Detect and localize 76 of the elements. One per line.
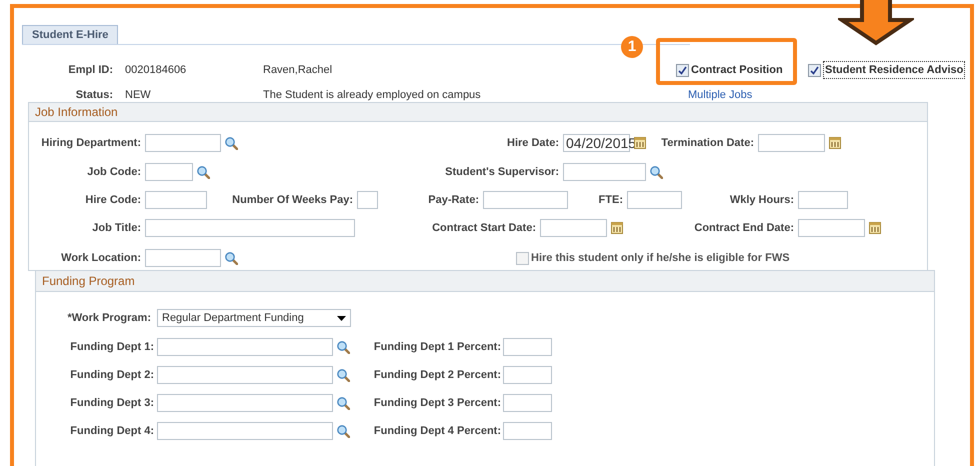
field-label: Number Of Weeks Pay: [231,192,353,208]
employee-name: Raven,Rachel [263,64,332,76]
down-arrow-icon [838,0,914,46]
field-label: FTE: [598,192,623,208]
input-field[interactable] [157,422,333,440]
section-title: Job Information [35,104,118,121]
checkbox[interactable] [808,64,821,76]
field-label: Contract End Date: [693,220,794,236]
field-label: Funding Dept 4 Percent: [372,424,501,439]
field-label: Job Code: [86,164,141,180]
search-icon[interactable] [337,340,350,354]
callout-number: 1 [621,36,643,58]
checkbox[interactable] [516,252,529,264]
field-label: Funding Dept 4: [69,424,154,439]
field-label: Work Location: [60,250,141,266]
field-label: Hire Code: [84,192,141,208]
checkbox-label: Contract Position [691,62,783,78]
field-label: Hiring Department: [40,136,141,151]
field-label: Hire Date: [506,136,559,151]
input-field[interactable] [627,191,682,209]
field-label: Funding Dept 2 Percent: [372,368,501,383]
checkbox-label: Student Residence Adviso [823,60,966,80]
input-field[interactable] [145,134,221,152]
input-field[interactable] [503,422,552,440]
input-field[interactable] [503,394,552,412]
caret-icon [337,316,346,320]
input-field[interactable] [563,163,646,181]
input-field[interactable] [798,191,848,209]
search-icon[interactable] [337,424,350,438]
field-label: Termination Date: [660,136,754,151]
search-icon[interactable] [650,166,663,178]
input-field[interactable] [157,394,333,412]
field-label: Wkly Hours: [728,192,794,208]
field-label: *Work Program: [66,310,151,326]
input-field[interactable] [483,191,568,209]
search-icon[interactable] [197,166,210,178]
field-value: 0020184606 [125,64,186,76]
multiple-jobs-link[interactable]: Multiple Jobs [688,86,752,104]
search-icon[interactable] [337,368,350,382]
calendar-icon[interactable] [634,137,646,149]
input-field[interactable] [503,338,552,356]
input-field[interactable] [145,163,193,181]
field-label: Student's Supervisor: [444,164,559,180]
field-label: Job Title: [91,220,141,236]
field-label: Pay-Rate: [427,192,479,208]
input-field[interactable] [357,191,378,209]
field-label: Empl ID: [67,62,113,78]
calendar-icon[interactable] [829,137,841,149]
input-field[interactable] [758,134,825,152]
section-title: Funding Program [42,273,135,290]
input-field[interactable] [157,338,333,356]
field-label: Funding Dept 1 Percent: [372,340,501,355]
field-value: NEW [125,88,151,101]
input-field[interactable] [503,366,552,384]
input-field[interactable] [157,366,333,384]
field-label: Funding Dept 3: [69,396,154,411]
checkbox-label: Hire this student only if he/she is eligible for FWS [531,250,790,266]
calendar-icon[interactable] [869,222,881,234]
field-label: Contract Start Date: [431,220,536,236]
field-label: Funding Dept 3 Percent: [372,396,501,411]
calendar-icon[interactable] [611,222,623,234]
search-icon[interactable] [337,396,350,410]
search-icon[interactable] [225,136,238,150]
field-label: Funding Dept 2: [69,368,154,383]
tab[interactable]: Student E-Hire [22,25,118,44]
checkbox[interactable] [676,64,689,76]
work-program-dropdown[interactable]: Regular Department Funding [157,309,351,327]
status-message: The Student is already employed on campus [263,88,481,101]
search-icon[interactable] [225,252,238,264]
input-field[interactable] [540,219,607,237]
field-label: Funding Dept 1: [69,340,154,355]
input-field[interactable] [145,219,355,237]
input-field[interactable] [798,219,865,237]
input-field[interactable] [145,191,207,209]
field-label: Status: [74,88,113,103]
input-field[interactable] [145,249,221,267]
